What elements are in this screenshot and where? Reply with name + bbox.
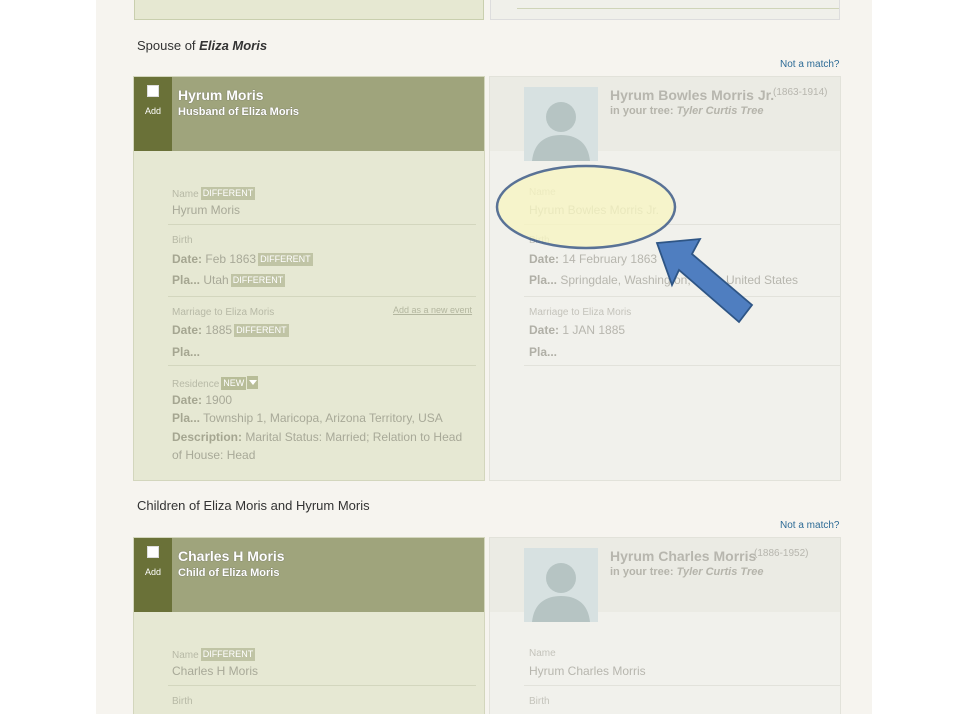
divider (524, 685, 840, 686)
spouse-record-relation: Husband of Eliza Moris (178, 106, 300, 118)
name-different-badge: DIFFERENT (200, 187, 256, 200)
spouse-residence-description-cont: of House: Head (172, 448, 256, 462)
child-record-name: Charles H Moris (178, 548, 285, 564)
spouse-section-title: Spouse of Eliza Moris (137, 38, 267, 53)
child-tree-name-label: Name (529, 648, 556, 659)
spouse-residence-description: Description: Marital Status: Married; Re… (172, 430, 463, 444)
previous-card-left-stub (134, 0, 484, 20)
child-tree-birth-label: Birth (529, 696, 550, 707)
tree-birth-date: Date: 14 February 1863 (529, 252, 658, 266)
add-as-new-event-link[interactable]: Add as a new event (393, 305, 472, 315)
divider (168, 365, 476, 366)
tree-person-card: Hyrum Bowles Morris Jr. (1863-1914) in y… (489, 76, 841, 481)
tree-birth-place: Pla... Springdale, Washington, Utah, Uni… (529, 273, 799, 287)
birth-place-different-badge: DIFFERENT (230, 274, 286, 287)
spouse-marriage-place: Pla... (172, 345, 201, 359)
tree-name-link[interactable]: Tyler Curtis Tree (677, 105, 764, 117)
marriage-date-different-badge: DIFFERENT (234, 324, 289, 337)
child-birth-label: Birth (172, 696, 193, 707)
spouse-residence-label: Residence NEW (172, 376, 259, 390)
child-add-toggle[interactable]: Add (134, 538, 172, 612)
spouse-residence-date: Date: 1900 (172, 393, 233, 407)
tree-birth-label: Birth (529, 235, 550, 246)
spouse-add-checkbox[interactable] (147, 85, 159, 97)
birth-date-different-badge: DIFFERENT (258, 253, 313, 266)
divider (524, 224, 840, 225)
spouse-name-value: Hyrum Moris (172, 203, 240, 217)
child-add-label: Add (144, 567, 161, 577)
person-silhouette-icon (524, 548, 598, 622)
tree-name-link[interactable]: Tyler Curtis Tree (677, 566, 764, 578)
spouse-residence-place: Pla... Township 1, Maricopa, Arizona Ter… (172, 411, 443, 425)
spouse-birth-place: Pla... Utah DIFFERENT (172, 273, 286, 287)
spouse-record-card: Add Hyrum Moris Husband of Eliza Moris N… (133, 76, 485, 481)
child-not-a-match-link[interactable]: Not a match? (780, 520, 839, 531)
child-record-relation: Child of Eliza Moris (178, 567, 280, 579)
previous-card-right-stub (490, 0, 840, 20)
child-tree-person-lifespan: (1886-1952) (754, 548, 809, 559)
spouse-name-label: Name DIFFERENT (172, 187, 256, 200)
child-record-card: Add Charles H Moris Child of Eliza Moris… (133, 537, 485, 714)
person-silhouette-icon (524, 87, 598, 161)
divider (168, 296, 476, 297)
tree-person-in-tree: in your tree: Tyler Curtis Tree (610, 105, 764, 117)
name-different-badge: DIFFERENT (200, 648, 256, 661)
spouse-title-prefix: Spouse of (137, 38, 196, 53)
divider (524, 365, 840, 366)
spouse-birth-label: Birth (172, 235, 193, 246)
child-add-checkbox[interactable] (147, 546, 159, 558)
spouse-record-name: Hyrum Moris (178, 87, 264, 103)
tree-marriage-date: Date: 1 JAN 1885 (529, 323, 626, 337)
divider (168, 685, 476, 686)
children-section-title: Children of Eliza Moris and Hyrum Moris (137, 498, 370, 513)
tree-person-name[interactable]: Hyrum Bowles Morris Jr. (610, 87, 774, 103)
spouse-birth-date: Date: Feb 1863 DIFFERENT (172, 252, 313, 266)
child-name-label: Name DIFFERENT (172, 648, 256, 661)
child-tree-person-card: Hyrum Charles Morris (1886-1952) in your… (489, 537, 841, 714)
child-tree-person-name[interactable]: Hyrum Charles Morris (610, 548, 756, 564)
divider (524, 296, 840, 297)
spouse-title-name: Eliza Moris (199, 38, 268, 53)
divider (168, 224, 476, 225)
record-comparison-page: Spouse of Eliza Moris Not a match? Add H… (96, 0, 872, 714)
child-tree-person-in-tree: in your tree: Tyler Curtis Tree (610, 566, 764, 578)
child-tree-name-value: Hyrum Charles Morris (529, 664, 646, 678)
spouse-not-a-match-link[interactable]: Not a match? (780, 59, 839, 70)
tree-name-label: Name (529, 187, 556, 198)
tree-marriage-label: Marriage to Eliza Moris (529, 307, 632, 318)
spouse-marriage-label: Marriage to Eliza Moris (172, 307, 275, 318)
tree-marriage-place: Pla... (529, 345, 558, 359)
spouse-add-toggle[interactable]: Add (134, 77, 172, 151)
tree-person-lifespan: (1863-1914) (773, 87, 828, 98)
spouse-marriage-date: Date: 1885 DIFFERENT (172, 323, 289, 337)
chevron-down-icon[interactable] (247, 376, 259, 389)
spouse-add-label: Add (144, 106, 161, 116)
child-name-value: Charles H Moris (172, 664, 259, 678)
residence-new-badge: NEW (221, 377, 247, 390)
tree-name-value: Hyrum Bowles Morris Jr. (529, 203, 660, 217)
